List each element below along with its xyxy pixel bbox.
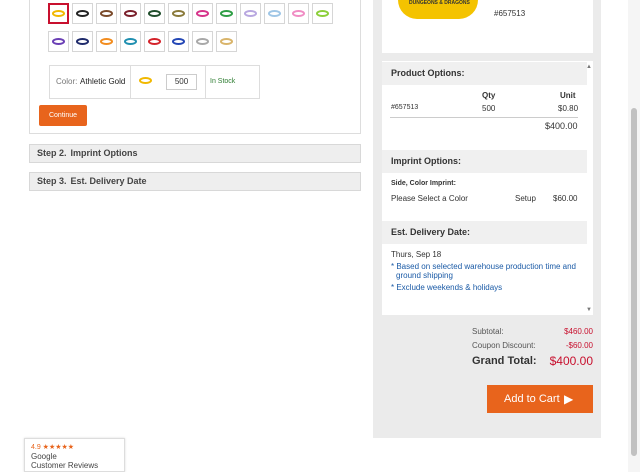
color-label: Color:: [56, 77, 78, 86]
color-swatch-magenta[interactable]: [192, 3, 213, 24]
add-to-cart-label: Add to Cart: [504, 393, 560, 405]
wristband-icon: [148, 38, 161, 45]
page-scrollbar-thumb[interactable]: [631, 108, 637, 456]
step-delivery-date[interactable]: Step 3. Est. Delivery Date: [29, 172, 361, 191]
quantity-input[interactable]: 500: [166, 74, 197, 90]
color-swatch-green[interactable]: [216, 3, 237, 24]
wristband-icon: [172, 38, 185, 45]
grand-total-value: $400.00: [549, 354, 593, 368]
stock-status: In Stock: [210, 78, 236, 85]
scroll-down-icon[interactable]: ▼: [586, 307, 592, 313]
imprint-options-heading: Imprint Options:: [382, 150, 587, 173]
color-swatch-teal[interactable]: [120, 31, 141, 52]
imprint-side-label: Side, Color Imprint:: [391, 180, 456, 187]
unit-header: Unit: [560, 91, 576, 100]
wristband-icon: [52, 10, 65, 17]
rating-stars: 4.9 ★★★★★: [31, 444, 75, 451]
wristband-icon: [76, 38, 89, 45]
color-swatch-lavender[interactable]: [240, 3, 261, 24]
product-logo: DUNGEONS & DRAGONS: [409, 0, 470, 6]
color-swatch-navy[interactable]: [72, 31, 93, 52]
color-swatch-olive[interactable]: [168, 3, 189, 24]
color-swatch-pink[interactable]: [288, 3, 309, 24]
color-swatch-royal-blue[interactable]: [168, 31, 189, 52]
play-arrow-icon: ▶: [564, 392, 574, 406]
add-to-cart-button[interactable]: Add to Cart ▶: [487, 385, 593, 413]
customer-reviews-label: Customer Reviews: [31, 461, 99, 470]
wristband-icon: [172, 10, 185, 17]
delivery-date: Thurs, Sep 18: [391, 250, 442, 259]
color-swatch-brown[interactable]: [96, 3, 117, 24]
setup-price: $60.00: [553, 194, 578, 203]
wristband-icon: [124, 10, 137, 17]
divider: [130, 66, 131, 98]
color-swatch-maroon[interactable]: [120, 3, 141, 24]
delivery-note: * Based on selected warehouse production…: [391, 262, 577, 271]
coupon-value: -$60.00: [565, 341, 593, 350]
subtotal-value: $460.00: [564, 327, 593, 336]
product-order-page: Color: Athletic Gold 500 In Stock Contin…: [0, 0, 640, 472]
google-label: Google: [31, 452, 57, 461]
delivery-heading: Est. Delivery Date:: [382, 221, 587, 244]
step-number: Step 2.: [37, 148, 67, 158]
google-reviews-badge[interactable]: 4.9 ★★★★★ Google Customer Reviews: [24, 438, 125, 472]
color-swatch-light-blue[interactable]: [264, 3, 285, 24]
wristband-icon: [268, 10, 281, 17]
grand-total-label: Grand Total:: [472, 355, 537, 367]
subtotal-label: Subtotal:: [472, 327, 504, 336]
option-line-total: $400.00: [545, 121, 578, 131]
option-qty: 500: [482, 104, 496, 113]
color-swatch-red[interactable]: [144, 31, 165, 52]
delivery-note-weekends: * Exclude weekends & holidays: [391, 283, 503, 292]
color-swatch-purple[interactable]: [48, 31, 69, 52]
color-swatch-lime[interactable]: [312, 3, 333, 24]
wristband-icon: [244, 10, 257, 17]
step-title: Est. Delivery Date: [70, 176, 147, 186]
option-unit-price: $0.80: [558, 104, 579, 113]
qty-header: Qty: [482, 91, 496, 100]
product-sku: #657513: [494, 9, 526, 18]
wristband-icon: [196, 38, 209, 45]
wristband-icon: [220, 10, 233, 17]
wristband-icon: [124, 38, 137, 45]
wristband-icon: [76, 10, 89, 17]
color-swatch-silver[interactable]: [192, 31, 213, 52]
color-name: Athletic Gold: [80, 77, 126, 86]
color-swatch-tan[interactable]: [216, 31, 237, 52]
wristband-icon: [100, 38, 113, 45]
product-options-heading: Product Options:: [382, 62, 587, 85]
step-title: Imprint Options: [70, 148, 138, 158]
divider: [390, 117, 578, 118]
wristband-icon: [52, 38, 65, 45]
coupon-label: Coupon Discount:: [472, 341, 536, 350]
wristband-icon: [100, 10, 113, 17]
selected-color-row: Color: Athletic Gold 500 In Stock: [49, 65, 260, 99]
continue-button[interactable]: Continue: [39, 105, 87, 126]
imprint-select-text: Please Select a Color: [391, 194, 468, 203]
wristband-icon: [148, 10, 161, 17]
wristband-icon: [292, 10, 305, 17]
wristband-icon: [196, 10, 209, 17]
delivery-note-continued: ground shipping: [396, 271, 453, 280]
step-imprint-options[interactable]: Step 2. Imprint Options: [29, 144, 361, 163]
divider: [205, 66, 206, 98]
selected-color-icon: [139, 77, 152, 84]
color-swatch-athletic-gold[interactable]: [48, 3, 69, 24]
option-sku: #657513: [391, 104, 419, 111]
wristband-icon: [316, 10, 329, 17]
wristband-icon: [220, 38, 233, 45]
step-number: Step 3.: [37, 176, 67, 186]
color-swatch-black[interactable]: [72, 3, 93, 24]
setup-label: Setup: [515, 194, 536, 203]
color-swatch-orange[interactable]: [96, 31, 117, 52]
color-swatch-dark-green[interactable]: [144, 3, 165, 24]
product-image: DUNGEONS & DRAGONS: [398, 0, 478, 19]
